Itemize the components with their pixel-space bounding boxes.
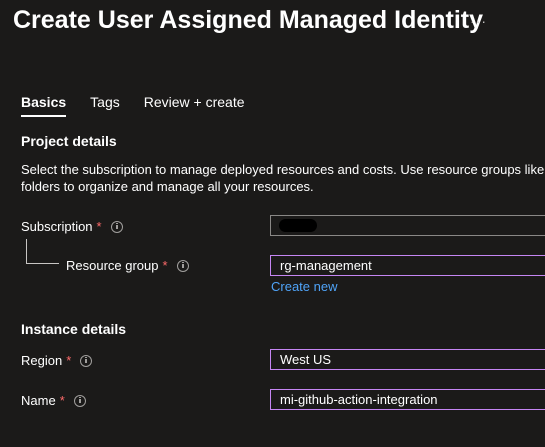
region-label: Region: [21, 353, 63, 368]
region-select[interactable]: West US: [270, 349, 545, 370]
region-label-row: Region *: [21, 353, 93, 368]
resource-group-select[interactable]: rg-management: [270, 255, 545, 276]
subscription-label: Subscription: [21, 219, 93, 234]
tree-connector: [26, 239, 59, 264]
subscription-label-row: Subscription *: [21, 219, 123, 234]
tab-tags[interactable]: Tags: [90, 94, 120, 117]
required-marker: *: [162, 258, 168, 273]
tab-bar: Basics Tags Review + create: [21, 94, 269, 117]
name-label: Name: [21, 393, 56, 408]
subscription-select[interactable]: [270, 215, 545, 236]
redacted-value: [279, 219, 317, 232]
required-marker: *: [59, 393, 65, 408]
project-details-title: Project details: [21, 133, 117, 149]
info-icon[interactable]: [110, 220, 123, 233]
required-marker: *: [66, 353, 72, 368]
resource-group-label: Resource group: [66, 258, 159, 273]
name-input[interactable]: mi-github-action-integration: [270, 389, 545, 410]
required-marker: *: [96, 219, 102, 234]
instance-details-title: Instance details: [21, 321, 127, 337]
resource-group-label-row: Resource group *: [66, 258, 189, 273]
info-icon[interactable]: [80, 354, 93, 367]
info-icon[interactable]: [176, 259, 189, 272]
project-details-description: Select the subscription to manage deploy…: [21, 162, 545, 194]
page-title: Create User Assigned Managed Identity: [13, 6, 484, 34]
tab-review-create[interactable]: Review + create: [144, 94, 245, 117]
create-new-link[interactable]: Create new: [271, 279, 337, 294]
more-icon[interactable]: ···: [470, 13, 487, 29]
info-icon[interactable]: [73, 394, 86, 407]
create-identity-page: Create User Assigned Managed Identity ··…: [0, 0, 545, 447]
name-label-row: Name *: [21, 393, 86, 408]
tab-basics[interactable]: Basics: [21, 94, 67, 117]
